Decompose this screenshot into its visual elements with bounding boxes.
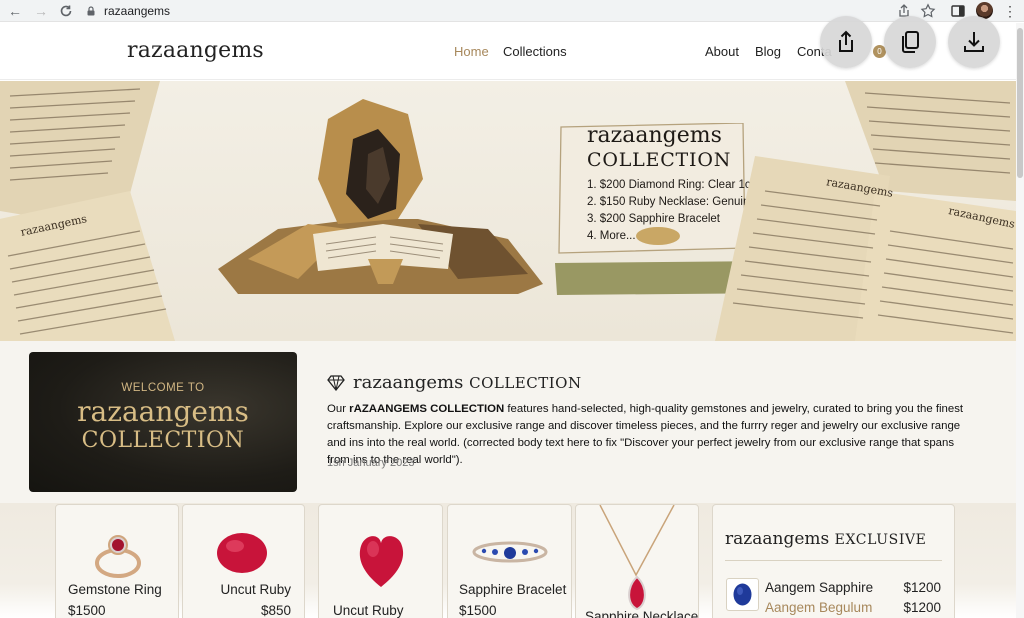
hooded-scribe-illustration [218,99,543,294]
exclusive-divider [725,560,942,561]
product-name[interactable]: Uncut Ruby [333,603,404,618]
share-fab-icon [839,30,853,52]
welcome-word: COLLECTION [81,428,245,453]
address-bar[interactable]: razaangems [86,1,946,21]
product-price: $1500 [68,603,106,618]
products-section: Gemstone Ring $1500 Uncut Ruby $850 Uncu… [0,503,1016,618]
browser-toolbar: ← → razaangems ⋮ [0,0,1024,22]
product-card[interactable]: Uncut Ruby $850 [182,504,305,618]
intro-heading: razaangems COLLECTION [327,372,582,393]
nav-home[interactable]: Home [454,44,489,59]
gemstone-ring-image [95,535,141,578]
lock-icon [87,6,95,16]
gem-logo-icon [327,374,345,391]
uncut-ruby-image [217,533,267,573]
exclusive-title: razaangems EXCLUSIVE [725,529,926,549]
exclusive-item-name[interactable]: Aangem Begulum [765,600,872,615]
copy-fab-icon [902,31,919,53]
sapphire-bracelet-image [472,541,548,563]
intro-body: Our rAZAANGEMS COLLECTION features hand-… [327,401,977,469]
welcome-pretitle: WELCOME TO [121,382,205,394]
product-price: $850 [260,603,291,618]
browser-menu-icon[interactable]: ⋮ [1003,3,1017,19]
sapphire-gem-image [733,583,752,606]
product-price: $1500 [459,603,497,618]
nav-blog[interactable]: Blog [755,44,781,59]
paper-sheets-left-illustration [0,81,175,341]
download-fab-button[interactable] [948,16,1000,68]
sapphire-necklace-image [599,505,675,611]
product-name[interactable]: Gemstone Ring [68,582,162,597]
welcome-brand: razaangems [77,395,249,428]
product-card[interactable]: Sapphire Bracelet $1500 [447,504,572,618]
exclusive-title-main: razaangems [725,529,830,549]
product-name[interactable]: Sapphire Bracelet [459,582,566,597]
page-scrollbar-thumb[interactable] [1017,28,1023,178]
exclusive-item-thumb[interactable] [726,578,759,611]
intro-title: razaangems COLLECTION [353,372,582,393]
exclusive-title-sc: EXCLUSIVE [834,532,927,548]
exclusive-item-price: $1200 [903,580,941,595]
intro-body-bold: rAZAANGEMS COLLECTION [349,403,505,415]
nav-collections[interactable]: Collections [503,44,567,59]
exclusive-item-price: $1200 [903,600,941,615]
forward-icon[interactable]: → [32,2,50,20]
download-fab-icon [964,32,984,52]
uncut-ruby-image [359,536,404,587]
reload-icon[interactable] [57,2,75,20]
exclusive-item-name[interactable]: Aangem Sapphire [765,580,873,595]
product-name[interactable]: Uncut Ruby [220,582,291,597]
url-text[interactable]: razaangems [104,4,170,18]
nav-about[interactable]: About [705,44,739,59]
intro-date: 1sh January 2023 [327,457,415,469]
sidepanel-icon[interactable] [950,3,966,19]
intro-title-sc: COLLECTION [469,374,582,392]
bookmark-star-icon[interactable] [920,3,936,19]
welcome-card: WELCOME TO razaangems COLLECTION [29,352,297,492]
product-card[interactable]: Sapphire Necklace [575,504,699,618]
back-icon[interactable]: ← [6,2,24,20]
exclusive-panel: razaangems EXCLUSIVE Aangem Sapphire $12… [712,504,955,618]
product-name[interactable]: Sapphire Necklace [585,609,698,618]
copy-fab-button[interactable] [884,16,936,68]
product-card[interactable]: Gemstone Ring $1500 [55,504,179,618]
intro-title-main: razaangems [353,372,464,393]
intro-section: WELCOME TO razaangems COLLECTION razaang… [0,341,1016,503]
product-card[interactable]: Uncut Ruby [318,504,443,618]
intro-body-pre: Our [327,403,350,415]
share-fab-button[interactable] [820,16,872,68]
hero-banner: razaangems razaangems COLLECTION 1. $200… [0,81,1016,341]
brand-logo[interactable]: razaangems [127,38,264,63]
